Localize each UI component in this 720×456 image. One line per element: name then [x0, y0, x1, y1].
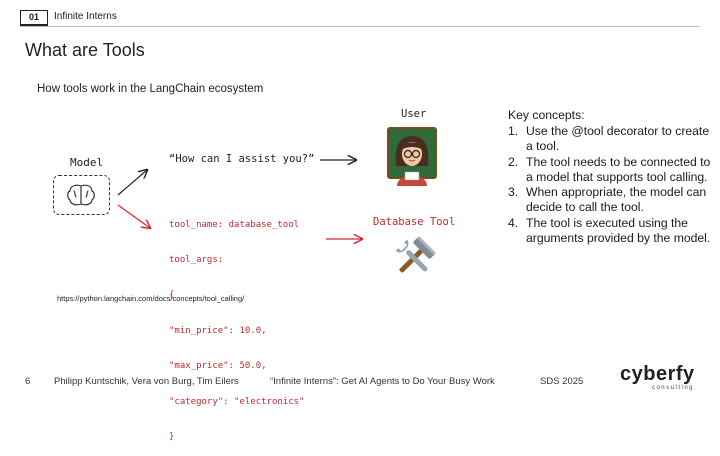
logo-subtitle: consulting: [651, 385, 694, 391]
item-text: When appropriate, the model can decide t…: [526, 185, 707, 215]
prompt-text: “How can I assist you?”: [169, 153, 315, 165]
item-text: The tool is executed using the arguments…: [526, 215, 711, 246]
code-line: }: [169, 431, 175, 442]
reference-link[interactable]: https://python.langchain.com/docs/concep…: [57, 294, 244, 303]
key-concept-item: 4. The tool is executed using the argumen…: [500, 216, 715, 247]
arrow-model-to-prompt: [117, 170, 147, 196]
code-line: "min_price": 10.0,: [169, 325, 267, 336]
footer-event: SDS 2025: [540, 376, 584, 387]
key-concepts-list: 1. Use the @tool decorator to create a to…: [500, 124, 715, 246]
item-number: 2.: [508, 154, 519, 169]
cyberfy-logo: cyberfy consulting: [620, 364, 700, 392]
logo-wordmark: cyberfy: [620, 363, 695, 385]
page-number: 6: [25, 376, 31, 387]
item-number: 3.: [508, 185, 519, 200]
database-tool-label: Database Tool: [373, 216, 456, 228]
tool-call-code: tool_name: database_tool tool_args: { "m…: [169, 196, 304, 456]
code-line: "category": "electronics": [169, 396, 305, 407]
footer-talk-title: “Infinite Interns”: Get AI Agents to Do …: [270, 376, 495, 387]
user-label: User: [401, 108, 427, 120]
user-avatar-icon: [387, 127, 437, 186]
arrow-model-to-code: [117, 204, 150, 228]
key-concept-item: 3. When appropriate, the model can decide…: [500, 185, 715, 216]
item-text: Use the @tool decorator to create a tool…: [526, 124, 710, 154]
footer-authors: Philipp Kuntschik, Vera von Burg, Tim Ei…: [54, 376, 239, 387]
tools-icon: [395, 236, 436, 273]
code-line: tool_name: database_tool: [169, 219, 300, 230]
item-number: 1.: [508, 124, 519, 138]
code-line: "max_price": 50.0,: [169, 361, 267, 372]
item-number: 4.: [508, 215, 519, 230]
item-text: The tool needs to be connected to a mode…: [526, 154, 711, 184]
code-line: tool_args:: [169, 254, 224, 265]
key-concepts-title: Key concepts:: [508, 108, 585, 122]
key-concept-item: 1. Use the @tool decorator to create a to…: [500, 124, 715, 155]
key-concept-item: 2. The tool needs to be connected to a mo…: [500, 155, 715, 186]
